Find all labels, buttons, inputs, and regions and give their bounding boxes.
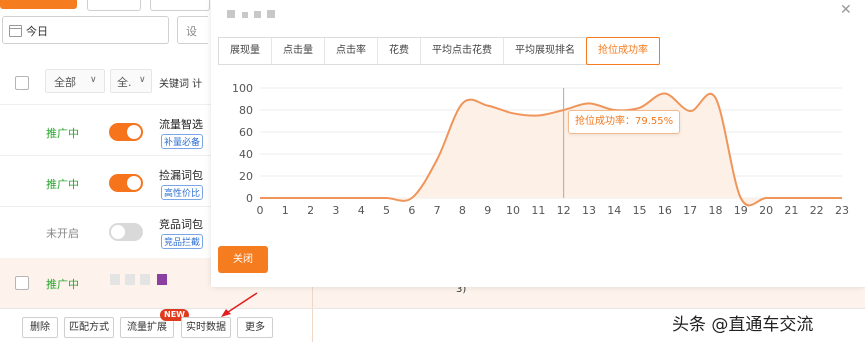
type-filter-label: 全. xyxy=(117,76,132,89)
secondary-input-placeholder: 设 xyxy=(186,25,197,38)
row-toggle[interactable] xyxy=(109,174,143,192)
x-tick-label: 11 xyxy=(531,204,545,217)
column-divider xyxy=(312,287,313,342)
x-tick-label: 12 xyxy=(557,204,571,217)
metric-tabs: 展现量 点击量 点击率 花费 平均点击花费 平均展现排名 抢位成功率 xyxy=(218,37,660,65)
x-tick-label: 5 xyxy=(383,204,390,217)
row-divider xyxy=(0,155,212,156)
y-tick-label: 40 xyxy=(239,148,253,161)
x-tick-label: 2 xyxy=(307,204,314,217)
status-filter-label: 全部 xyxy=(54,76,76,89)
x-tick-label: 0 xyxy=(257,204,264,217)
x-tick-label: 23 xyxy=(835,204,849,217)
type-filter[interactable]: 全. ∨ xyxy=(110,69,152,93)
x-tick-label: 15 xyxy=(633,204,647,217)
x-tick-label: 14 xyxy=(607,204,621,217)
row-status: 推广中 xyxy=(46,278,79,291)
x-tick-label: 16 xyxy=(658,204,672,217)
row-toggle[interactable] xyxy=(109,123,143,141)
tab-impressions[interactable]: 展现量 xyxy=(219,38,272,64)
tab-avg-rank[interactable]: 平均展现排名 xyxy=(504,38,587,64)
x-tick-label: 1 xyxy=(282,204,289,217)
y-tick-label: 80 xyxy=(239,104,253,117)
table-header: 全部 ∨ 全. ∨ 关键词 计 xyxy=(0,58,212,104)
y-tick-label: 0 xyxy=(246,192,253,205)
x-tick-label: 18 xyxy=(708,204,722,217)
row-toggle[interactable] xyxy=(109,223,143,241)
x-tick-label: 19 xyxy=(734,204,748,217)
x-tick-label: 10 xyxy=(506,204,520,217)
tab-cost[interactable]: 花费 xyxy=(378,38,421,64)
blur-block xyxy=(157,274,167,285)
x-tick-label: 4 xyxy=(358,204,365,217)
chevron-down-icon: ∨ xyxy=(139,75,146,85)
row-status: 推广中 xyxy=(46,127,79,140)
date-picker[interactable]: 今日 xyxy=(2,16,169,44)
select-all-checkbox[interactable] xyxy=(15,76,29,90)
tab-grab-success-rate[interactable]: 抢位成功率 xyxy=(586,37,660,65)
row-divider xyxy=(0,206,212,207)
row-divider xyxy=(0,104,212,105)
more-button[interactable]: 更多 xyxy=(237,317,273,338)
x-tick-label: 8 xyxy=(459,204,466,217)
row-tag: 竞品拦截 xyxy=(161,234,204,249)
success-rate-chart: 0204060801000 1 2 3 4 5 6 7 8 9 10 11 12 13 14 15 16 17 18… xyxy=(232,82,849,217)
top-button-3[interactable] xyxy=(150,0,210,11)
blur-block xyxy=(242,12,248,18)
y-tick-label: 60 xyxy=(239,126,253,139)
top-primary-button[interactable] xyxy=(0,0,77,9)
tab-avg-cpc[interactable]: 平均点击花费 xyxy=(421,38,504,64)
x-tick-label: 9 xyxy=(484,204,491,217)
watermark-text: 头条 @直通车交流 xyxy=(672,315,814,335)
realtime-data-button[interactable]: 实时数据 xyxy=(181,317,231,338)
top-button-2[interactable] xyxy=(87,0,141,11)
y-tick-label: 100 xyxy=(232,82,253,95)
keyword-column-header: 关键词 计 xyxy=(159,79,203,90)
row-checkbox[interactable] xyxy=(15,276,29,290)
x-tick-label: 13 xyxy=(582,204,596,217)
blur-block xyxy=(227,10,235,18)
row-status: 未开启 xyxy=(46,227,79,240)
row-name[interactable]: 竞品词包 xyxy=(159,216,203,232)
blur-block xyxy=(110,274,120,285)
close-button[interactable]: 关闭 xyxy=(218,246,268,273)
status-filter[interactable]: 全部 ∨ xyxy=(45,69,105,93)
row-status: 推广中 xyxy=(46,178,79,191)
bottom-bar-line xyxy=(0,308,865,309)
x-tick-label: 22 xyxy=(810,204,824,217)
blur-block xyxy=(140,274,150,285)
tab-ctr[interactable]: 点击率 xyxy=(325,38,378,64)
calendar-icon xyxy=(9,25,22,37)
blurred-name-blocks xyxy=(110,274,168,286)
row-name[interactable]: 流量智选 xyxy=(159,116,203,132)
delete-button[interactable]: 删除 xyxy=(22,317,58,338)
date-value: 今日 xyxy=(26,25,48,38)
x-tick-label: 17 xyxy=(683,204,697,217)
blur-block xyxy=(125,274,135,285)
chart-tooltip: 抢位成功率：79.55% xyxy=(568,110,681,134)
chevron-down-icon: ∨ xyxy=(90,75,97,85)
tab-clicks[interactable]: 点击量 xyxy=(272,38,325,64)
modal-title-blurred xyxy=(227,7,279,19)
row-name[interactable]: 捡漏词包 xyxy=(159,167,203,183)
row-tag: 高性价比 xyxy=(161,185,204,200)
x-tick-label: 7 xyxy=(434,204,441,217)
red-arrow-annotation xyxy=(221,292,258,317)
y-tick-label: 20 xyxy=(239,170,253,183)
blur-block xyxy=(267,10,275,18)
x-tick-label: 21 xyxy=(784,204,798,217)
close-icon[interactable]: ✕ xyxy=(840,2,852,18)
x-tick-label: 3 xyxy=(332,204,339,217)
x-tick-label: 20 xyxy=(759,204,773,217)
blur-block xyxy=(254,11,261,18)
x-tick-label: 6 xyxy=(408,204,415,217)
secondary-input[interactable]: 设 xyxy=(177,16,208,44)
match-type-button[interactable]: 匹配方式 xyxy=(64,317,114,338)
row-tag: 补量必备 xyxy=(161,134,204,149)
